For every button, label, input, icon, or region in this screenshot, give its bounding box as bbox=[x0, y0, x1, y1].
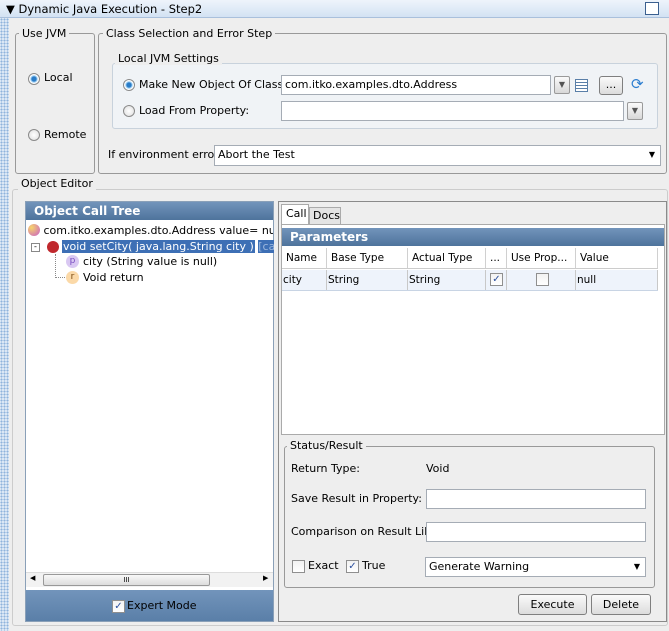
table-header: Name Base Type Actual Type ... Use Prop.… bbox=[282, 248, 658, 269]
expert-mode-checkbox[interactable]: ✓ bbox=[112, 600, 125, 613]
cell-dots[interactable]: ✓ bbox=[486, 270, 507, 290]
class-name-input[interactable]: com.itko.examples.dto.Address bbox=[281, 75, 551, 95]
horizontal-scrollbar[interactable]: ◀ III ▶ bbox=[26, 572, 273, 587]
tree-footer: ✓ Expert Mode bbox=[26, 590, 273, 621]
action-select[interactable]: Generate Warning ▼ bbox=[425, 557, 646, 577]
chevron-down-icon: ▼ bbox=[648, 150, 655, 159]
title-bar: ▼ Dynamic Java Execution - Step2 bbox=[0, 0, 669, 18]
object-call-tree-panel: Object Call Tree com.itko.examples.dto.A… bbox=[25, 201, 274, 622]
return-type-value: Void bbox=[426, 462, 450, 475]
tree-node-method[interactable]: void setCity( java.lang.String city ) [c… bbox=[62, 239, 274, 255]
scroll-left-icon[interactable]: ◀ bbox=[30, 574, 35, 582]
cell-value[interactable]: null bbox=[576, 270, 658, 290]
class-list-icon[interactable] bbox=[575, 79, 588, 92]
chevron-down-icon: ▼ bbox=[633, 562, 640, 571]
restore-icon[interactable] bbox=[645, 2, 659, 15]
load-from-property-input[interactable] bbox=[281, 101, 624, 121]
exact-checkbox[interactable] bbox=[292, 560, 305, 573]
save-result-input[interactable] bbox=[426, 489, 646, 509]
env-error-label: If environment error: bbox=[108, 148, 223, 161]
object-icon bbox=[28, 224, 40, 236]
return-type-label: Return Type: bbox=[291, 462, 360, 475]
load-from-property-radio[interactable] bbox=[123, 105, 135, 117]
comparison-label: Comparison on Result Like: bbox=[291, 525, 441, 538]
tab-docs[interactable]: Docs bbox=[309, 207, 341, 224]
col-name[interactable]: Name bbox=[282, 248, 327, 268]
tree-expand-icon[interactable]: - bbox=[31, 243, 40, 252]
col-value[interactable]: Value bbox=[576, 248, 658, 268]
left-dock-strip bbox=[0, 0, 9, 631]
true-checkbox[interactable]: ✓ bbox=[346, 560, 359, 573]
use-jvm-group bbox=[15, 33, 95, 174]
object-call-tree-header: Object Call Tree bbox=[26, 202, 273, 220]
class-dropdown-button[interactable]: ▼ bbox=[554, 76, 570, 94]
env-error-select[interactable]: Abort the Test ▼ bbox=[214, 145, 661, 166]
col-dots[interactable]: ... bbox=[486, 248, 507, 268]
col-base-type[interactable]: Base Type bbox=[327, 248, 408, 268]
comparison-input[interactable] bbox=[426, 522, 646, 542]
remote-label: Remote bbox=[44, 128, 87, 141]
make-new-object-label: Make New Object Of Class: bbox=[139, 78, 287, 91]
property-dropdown-button[interactable]: ▼ bbox=[627, 102, 643, 120]
tree-node-param[interactable]: city (String value is null) bbox=[83, 255, 217, 268]
load-from-property-label: Load From Property: bbox=[139, 104, 250, 117]
save-result-label: Save Result in Property: bbox=[291, 492, 422, 505]
collapse-icon[interactable]: ▼ bbox=[6, 2, 15, 16]
scroll-thumb[interactable]: III bbox=[43, 574, 210, 586]
remote-radio[interactable] bbox=[28, 129, 40, 141]
browse-button[interactable]: ... bbox=[599, 76, 623, 95]
col-use-prop[interactable]: Use Prop... bbox=[507, 248, 576, 268]
true-label: True bbox=[362, 559, 386, 572]
action-value: Generate Warning bbox=[429, 560, 530, 573]
tree-connector bbox=[55, 254, 67, 278]
local-radio[interactable] bbox=[28, 73, 40, 85]
refresh-icon[interactable]: ⟳ bbox=[631, 75, 644, 93]
scroll-right-icon[interactable]: ▶ bbox=[263, 574, 268, 582]
table-row[interactable]: city String String ✓ null bbox=[282, 270, 658, 291]
make-new-object-radio[interactable] bbox=[123, 79, 135, 91]
parameters-header: Parameters bbox=[282, 228, 664, 246]
local-jvm-settings-label: Local JVM Settings bbox=[115, 52, 222, 65]
tree-node-root[interactable]: com.itko.examples.dto.Address value= nul… bbox=[28, 223, 273, 239]
parameter-icon: p bbox=[66, 255, 79, 268]
cell-use-prop[interactable] bbox=[507, 270, 576, 290]
use-prop-checkbox[interactable] bbox=[536, 273, 549, 286]
tree-node-return[interactable]: Void return bbox=[83, 271, 144, 284]
method-icon bbox=[47, 241, 59, 253]
local-label: Local bbox=[44, 71, 73, 84]
tab-call[interactable]: Call bbox=[281, 204, 309, 225]
window-title: Dynamic Java Execution - Step2 bbox=[18, 2, 203, 16]
exact-label: Exact bbox=[308, 559, 339, 572]
col-actual-type[interactable]: Actual Type bbox=[408, 248, 486, 268]
cell-actual-type[interactable]: String bbox=[408, 270, 486, 290]
class-selection-label: Class Selection and Error Step bbox=[103, 27, 276, 40]
use-jvm-label: Use JVM bbox=[19, 27, 70, 40]
env-error-value: Abort the Test bbox=[218, 148, 295, 161]
return-icon: r bbox=[66, 271, 79, 284]
status-result-label: Status/Result bbox=[287, 439, 366, 452]
execute-button[interactable]: Execute bbox=[518, 594, 587, 615]
object-editor-label: Object Editor bbox=[18, 177, 96, 190]
dots-checkbox[interactable]: ✓ bbox=[490, 273, 503, 286]
cell-base-type[interactable]: String bbox=[327, 270, 408, 290]
parameters-panel: Parameters Name Base Type Actual Type ..… bbox=[281, 224, 665, 435]
expert-mode-label: Expert Mode bbox=[127, 599, 197, 612]
delete-button[interactable]: Delete bbox=[591, 594, 651, 615]
cell-name[interactable]: city bbox=[282, 270, 327, 290]
